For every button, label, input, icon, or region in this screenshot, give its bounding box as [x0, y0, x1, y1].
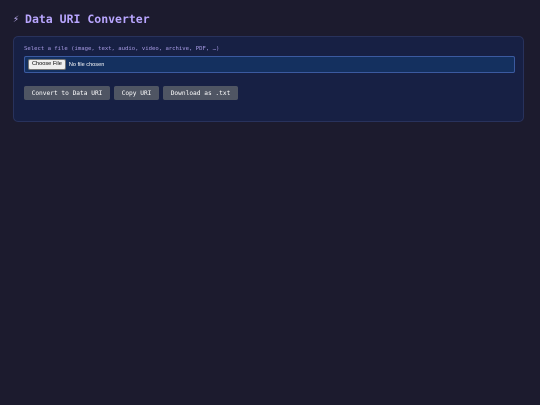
page-title: ⚡ Data URI Converter [13, 10, 150, 28]
choose-file-button[interactable]: Choose File [28, 59, 66, 70]
file-status-text: No file chosen [68, 61, 105, 68]
page-title-text: Data URI Converter [25, 12, 150, 26]
converter-panel: Select a file (image, text, audio, video… [13, 36, 524, 122]
file-input[interactable]: Choose File No file chosen [24, 56, 515, 73]
convert-button[interactable]: Convert to Data URI [24, 86, 110, 100]
download-button[interactable]: Download as .txt [163, 86, 238, 100]
copy-uri-button[interactable]: Copy URI [114, 86, 159, 100]
file-input-label: Select a file (image, text, audio, video… [24, 46, 220, 52]
lightning-bolt-icon: ⚡ [13, 13, 20, 25]
